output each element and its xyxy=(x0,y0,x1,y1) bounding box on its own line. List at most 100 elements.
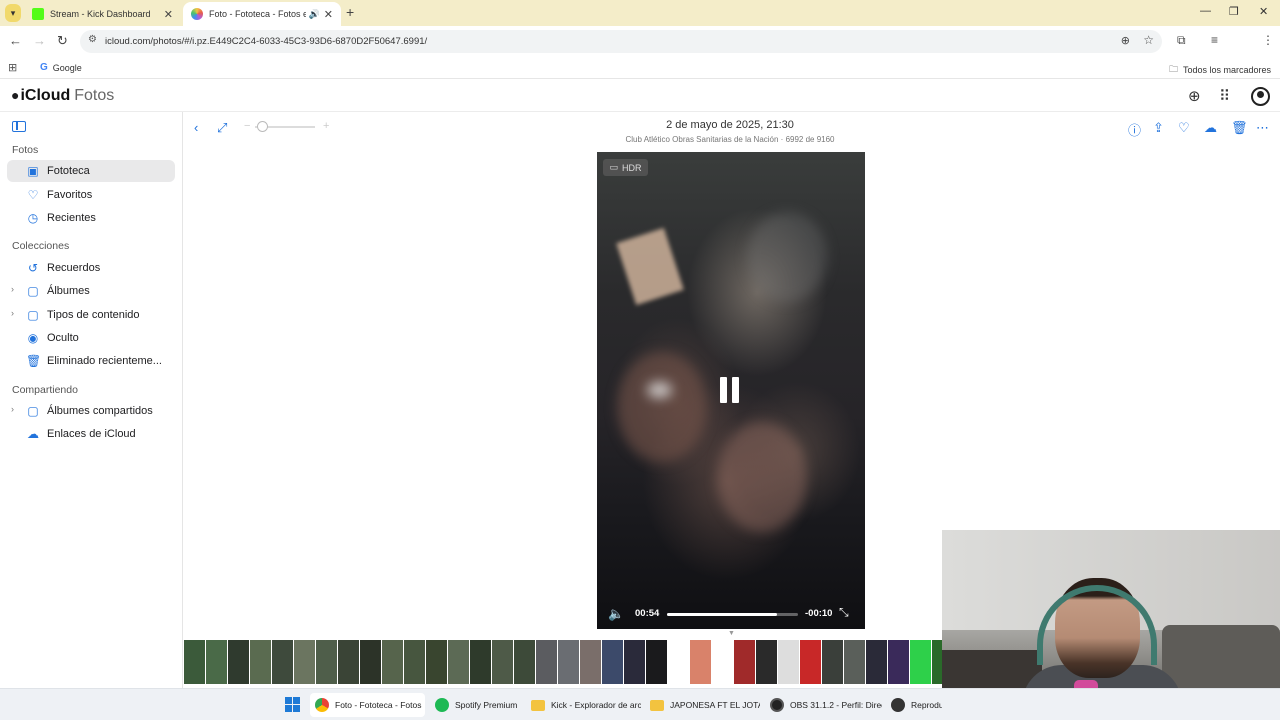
photos-favicon-icon xyxy=(191,8,203,20)
filmstrip-thumbnail[interactable] xyxy=(404,640,425,684)
forward-icon[interactable]: → xyxy=(33,33,46,48)
app-grid-icon[interactable]: ⠿ xyxy=(1219,87,1230,105)
zoom-out-icon[interactable]: − xyxy=(244,120,250,132)
filmstrip-thumbnail[interactable] xyxy=(338,640,359,684)
sidebar-item-albumes-compartidos[interactable]: › ▢ Álbumes compartidos xyxy=(7,400,175,422)
bookmark-star-icon[interactable]: ☆ xyxy=(1143,33,1154,47)
sidebar-item-favoritos[interactable]: ♡ Favoritos xyxy=(7,184,175,206)
close-window-icon[interactable]: ✕ xyxy=(1259,5,1268,18)
filmstrip-thumbnail[interactable] xyxy=(580,640,601,684)
pause-button[interactable] xyxy=(720,377,742,403)
zoom-in-icon[interactable]: + xyxy=(323,120,329,132)
filmstrip[interactable] xyxy=(184,640,953,684)
volume-icon[interactable]: 🔈 xyxy=(608,606,624,622)
chrome-menu-icon[interactable]: ⋮ xyxy=(1262,33,1274,47)
taskbar-app-explorer-japonesa[interactable]: JAPONESA FT EL JOTA - xyxy=(645,693,760,717)
filmstrip-thumbnail[interactable] xyxy=(888,640,909,684)
filmstrip-thumbnail[interactable] xyxy=(316,640,337,684)
zoom-slider-handle[interactable] xyxy=(257,121,268,132)
apps-grid-icon[interactable]: ⊞ xyxy=(8,61,17,74)
info-icon[interactable]: ⓘ xyxy=(1128,120,1141,139)
filmstrip-thumbnail[interactable] xyxy=(294,640,315,684)
filmstrip-thumbnail[interactable] xyxy=(910,640,931,684)
windows-start-icon[interactable] xyxy=(285,697,300,712)
video-player[interactable]: ▭ HDR 🔈 00:54 -00:10 ⤡ xyxy=(597,152,865,629)
back-icon[interactable]: ← xyxy=(9,33,22,48)
close-tab-icon[interactable]: ✕ xyxy=(324,8,333,21)
filmstrip-thumbnail[interactable] xyxy=(712,640,733,684)
filmstrip-thumbnail[interactable] xyxy=(800,640,821,684)
filmstrip-thumbnail[interactable] xyxy=(602,640,623,684)
sidebar-item-eliminado-recientemente[interactable]: 🗑 Eliminado recienteme... xyxy=(7,350,175,372)
filmstrip-thumbnail[interactable] xyxy=(668,640,689,684)
sidebar-item-albumes[interactable]: › ▢ Álbumes xyxy=(7,280,175,302)
filmstrip-thumbnail[interactable] xyxy=(470,640,491,684)
filmstrip-thumbnail[interactable] xyxy=(228,640,249,684)
filmstrip-thumbnail[interactable] xyxy=(778,640,799,684)
all-bookmarks-button[interactable]: 🗀 Todos los marcadores xyxy=(1169,62,1271,78)
sidebar-item-enlaces-de-icloud[interactable]: ☁ Enlaces de iCloud xyxy=(7,423,175,445)
favorite-heart-icon[interactable]: ♡ xyxy=(1178,120,1190,136)
filmstrip-thumbnail[interactable] xyxy=(514,640,535,684)
taskbar-app-spotify[interactable]: Spotify Premium xyxy=(430,693,525,717)
sidebar-item-oculto[interactable]: ◉ Oculto xyxy=(7,327,175,349)
minimize-icon[interactable]: — xyxy=(1200,5,1211,17)
taskbar-app-chrome[interactable]: Foto - Fototeca - Fotos xyxy=(310,693,425,717)
omnibox[interactable]: ⚙ icloud.com/photos/#/i.pz.E449C2C4-6033… xyxy=(80,30,1162,53)
expand-icon[interactable]: ⤢ xyxy=(217,120,227,136)
taskbar-app-player[interactable]: Reprodu xyxy=(886,693,942,717)
filmstrip-thumbnail[interactable] xyxy=(844,640,865,684)
filmstrip-thumbnail[interactable] xyxy=(558,640,579,684)
download-icon[interactable]: ☁ xyxy=(1204,120,1217,136)
chevron-right-icon[interactable]: › xyxy=(11,284,14,294)
filmstrip-thumbnail[interactable] xyxy=(756,640,777,684)
site-info-icon[interactable]: ⚙ xyxy=(88,34,97,45)
add-icon[interactable]: ⊕ xyxy=(1188,87,1201,105)
video-progress-bar[interactable] xyxy=(667,613,798,616)
filmstrip-thumbnail[interactable] xyxy=(822,640,843,684)
icloud-logo[interactable]: ● iCloud Fotos xyxy=(11,87,114,105)
media-control-icon[interactable]: ≡ xyxy=(1211,33,1218,47)
taskbar-app-explorer-kick[interactable]: Kick - Explorador de arc xyxy=(526,693,641,717)
filmstrip-thumbnail[interactable] xyxy=(382,640,403,684)
chevron-right-icon[interactable]: › xyxy=(11,404,14,414)
bookmark-google[interactable]: G Google xyxy=(40,62,82,73)
sidebar-item-recuerdos[interactable]: ↺ Recuerdos xyxy=(7,257,175,279)
filmstrip-thumbnail[interactable] xyxy=(646,640,667,684)
filmstrip-thumbnail[interactable] xyxy=(426,640,447,684)
more-options-icon[interactable]: ⋯ xyxy=(1256,120,1269,136)
tab-icloud-photos[interactable]: Foto - Fototeca - Fotos en 🔊 ✕ xyxy=(183,2,341,26)
extensions-icon[interactable]: ⧉ xyxy=(1177,33,1186,48)
filmstrip-thumbnail[interactable] xyxy=(272,640,293,684)
tab-search-button[interactable]: ▾ xyxy=(5,4,21,22)
filmstrip-thumbnail[interactable] xyxy=(536,640,557,684)
filmstrip-thumbnail[interactable] xyxy=(184,640,205,684)
share-icon[interactable]: ⇪ xyxy=(1153,120,1164,136)
taskbar-app-obs[interactable]: OBS 31.1.2 - Perfil: Direc xyxy=(765,693,882,717)
account-avatar-icon[interactable] xyxy=(1251,87,1270,106)
fullscreen-icon[interactable]: ⤡ xyxy=(839,605,849,620)
new-tab-button[interactable]: + xyxy=(346,4,354,20)
sidebar-item-recientes[interactable]: ◷ Recientes xyxy=(7,207,175,229)
filmstrip-thumbnail[interactable] xyxy=(250,640,271,684)
filmstrip-thumbnail[interactable] xyxy=(492,640,513,684)
filmstrip-thumbnail[interactable] xyxy=(206,640,227,684)
tab-kick-dashboard[interactable]: Stream - Kick Dashboard ✕ xyxy=(24,2,181,26)
sidebar-item-fototeca[interactable]: ▣ Fototeca xyxy=(7,160,175,182)
reload-icon[interactable]: ↻ xyxy=(57,33,68,49)
restore-icon[interactable]: ❐ xyxy=(1229,5,1239,18)
zoom-icon[interactable]: ⊕ xyxy=(1121,34,1130,47)
filmstrip-thumbnail[interactable] xyxy=(734,640,755,684)
sidebar-toggle-icon[interactable] xyxy=(12,121,26,132)
delete-icon[interactable]: 🗑 xyxy=(1231,120,1248,136)
filmstrip-thumbnail[interactable] xyxy=(690,640,711,684)
filmstrip-thumbnail[interactable] xyxy=(624,640,645,684)
filmstrip-thumbnail[interactable] xyxy=(448,640,469,684)
chevron-right-icon[interactable]: › xyxy=(11,308,14,318)
filmstrip-thumbnail[interactable] xyxy=(866,640,887,684)
speaker-icon[interactable]: 🔊 xyxy=(309,9,320,20)
back-chevron-icon[interactable]: ‹ xyxy=(194,120,198,135)
close-tab-icon[interactable]: ✕ xyxy=(164,8,173,21)
filmstrip-thumbnail[interactable] xyxy=(360,640,381,684)
sidebar-item-tipos-de-contenido[interactable]: › ▢ Tipos de contenido xyxy=(7,304,175,326)
